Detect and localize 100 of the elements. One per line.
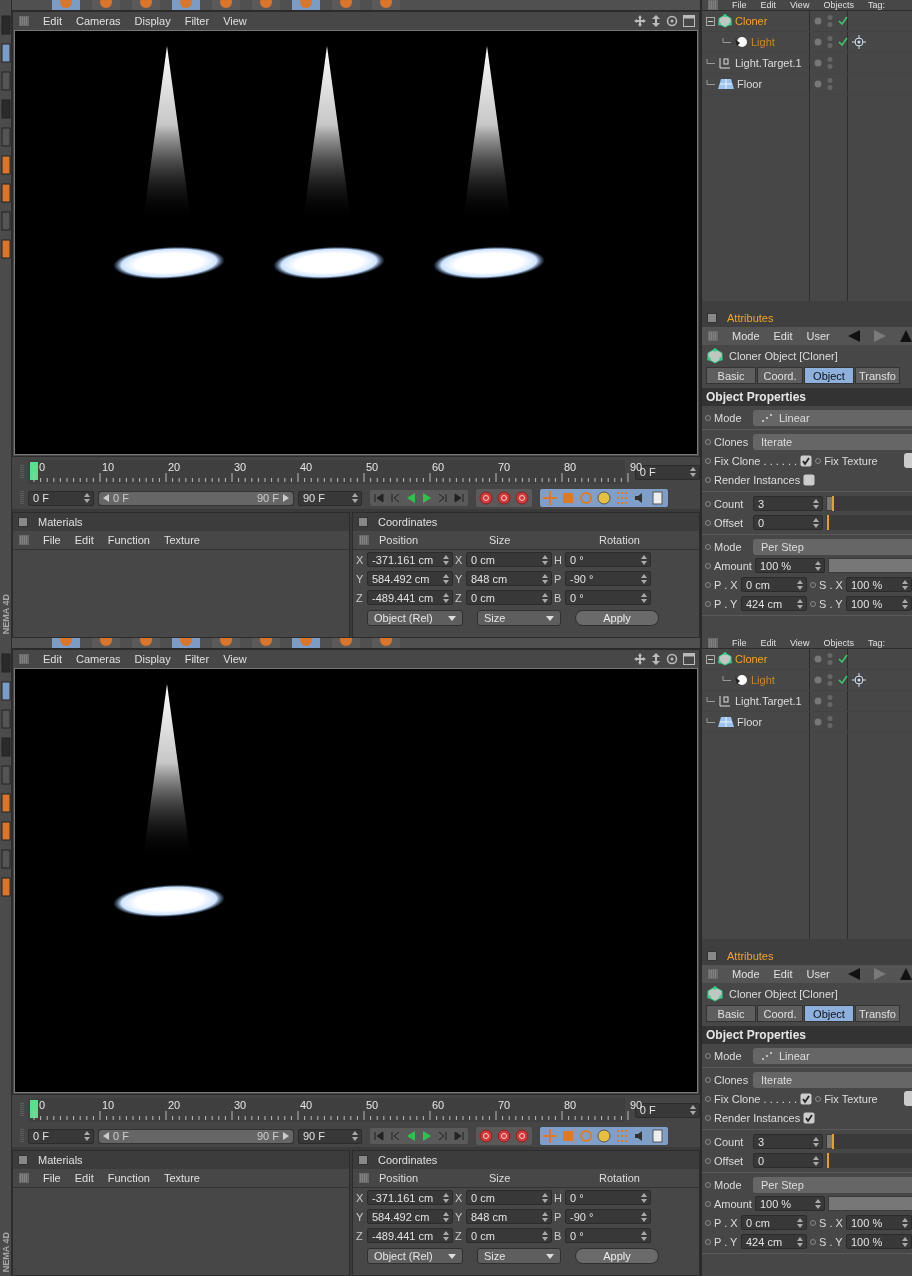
spinner-icon[interactable] (542, 1211, 548, 1222)
tool-icon[interactable] (0, 182, 11, 204)
dropdown[interactable]: Object (Rel) (367, 1248, 463, 1264)
parameter-dot-icon[interactable] (705, 543, 711, 550)
object-name[interactable]: Cloner (735, 15, 768, 27)
play-icon[interactable] (421, 1130, 433, 1142)
spinner-icon[interactable] (797, 598, 803, 609)
toolbar-icon[interactable] (212, 638, 240, 648)
target-icon[interactable] (852, 673, 866, 687)
object-name[interactable]: Light.Target.1 (735, 695, 802, 707)
parameter-dot-icon[interactable] (810, 1219, 816, 1226)
tab[interactable]: Object (804, 1005, 854, 1022)
checkbox[interactable] (803, 473, 816, 486)
spinner-icon[interactable] (641, 554, 647, 565)
spinner-icon[interactable] (814, 560, 821, 571)
spinner-icon[interactable] (690, 467, 696, 477)
dropdown[interactable]: Per Step (753, 1176, 912, 1193)
object-row[interactable]: Light.Target.1 (702, 53, 912, 74)
object-row[interactable]: Floor (702, 74, 912, 95)
number-field[interactable]: 100 % (754, 1196, 825, 1211)
object-row[interactable]: Cloner (702, 649, 912, 670)
record-key-icon[interactable] (479, 491, 493, 505)
toolbar-icon[interactable] (372, 638, 400, 648)
menu-item[interactable]: Edit (760, 638, 777, 648)
spinner-icon[interactable] (641, 592, 647, 603)
spinner-icon[interactable] (443, 573, 449, 584)
menu-item[interactable]: File (43, 534, 61, 546)
parameter-dot-icon[interactable] (815, 1095, 822, 1102)
object-name[interactable]: Cloner (735, 653, 768, 665)
spinner-icon[interactable] (902, 1236, 908, 1247)
frame-field[interactable]: 0 F (28, 490, 94, 506)
updown-arrow-icon[interactable] (651, 653, 661, 665)
menu-item[interactable]: Filter (184, 653, 210, 665)
object-name[interactable]: Floor (737, 78, 763, 90)
number-field[interactable]: 424 cm (741, 1234, 807, 1249)
spinner-icon[interactable] (813, 517, 819, 528)
number-field[interactable]: -90 ° (565, 571, 651, 586)
parameter-dot-icon[interactable] (810, 1238, 816, 1245)
number-field[interactable]: 0 cm (466, 552, 552, 567)
number-field[interactable]: 0 cm (741, 1215, 807, 1230)
up-arrow-icon[interactable] (900, 968, 912, 980)
menu-item[interactable]: Cameras (75, 653, 121, 665)
rotate-icon[interactable] (666, 15, 678, 27)
left-arrow-icon[interactable] (103, 494, 109, 502)
tool-icon[interactable] (0, 792, 11, 814)
right-arrow-icon[interactable] (283, 1132, 289, 1140)
panel-toggle-icon[interactable] (707, 951, 717, 961)
parameter-dot-icon[interactable] (705, 562, 711, 569)
menu-item[interactable]: Edit (74, 1172, 94, 1184)
go-to-end-icon[interactable] (453, 492, 465, 504)
number-field[interactable]: 0 ° (565, 1228, 651, 1243)
menu-item[interactable]: View (223, 653, 247, 665)
toolbar-icon[interactable] (132, 0, 160, 10)
menu-item[interactable]: Tag: (867, 638, 885, 648)
spinner-icon[interactable] (542, 554, 548, 565)
parameter-dot-icon[interactable] (705, 1157, 711, 1164)
menu-item[interactable]: Edit (773, 968, 793, 980)
range-slider[interactable]: 0 F 90 F (98, 1128, 294, 1144)
up-arrow-icon[interactable] (900, 330, 912, 342)
menu-item[interactable]: Edit (773, 330, 793, 342)
number-field[interactable]: 0 (753, 1153, 823, 1168)
panel-toggle-icon[interactable] (18, 517, 28, 527)
move-icon[interactable] (634, 653, 646, 665)
number-field[interactable]: -371.161 cm (367, 552, 453, 567)
tab[interactable]: Transfo (855, 367, 900, 384)
object-name[interactable]: Light.Target.1 (735, 57, 802, 69)
document-icon[interactable] (651, 1129, 665, 1143)
slider-track[interactable] (826, 1134, 912, 1149)
back-arrow-icon[interactable] (848, 968, 860, 980)
parameter-dot-icon[interactable] (705, 600, 711, 607)
parameter-dot-icon[interactable] (705, 1200, 711, 1207)
number-field[interactable]: 848 cm (466, 571, 552, 586)
frame-field[interactable]: 0 F (28, 1128, 94, 1144)
menu-item[interactable]: Texture (163, 534, 200, 546)
rotate-icon[interactable] (666, 653, 678, 665)
grid-dots-icon[interactable] (615, 491, 629, 505)
go-to-start-icon[interactable] (373, 1130, 385, 1142)
tab[interactable]: Basic (706, 1005, 756, 1022)
parameter-dot-icon[interactable] (705, 519, 711, 526)
menu-item[interactable]: Mode (732, 968, 760, 980)
object-name[interactable]: Floor (737, 716, 763, 728)
menu-item[interactable]: File (732, 638, 747, 648)
slider-track[interactable] (826, 496, 912, 511)
checkbox[interactable] (803, 1111, 816, 1124)
number-field[interactable]: -371.161 cm (367, 1190, 453, 1205)
tool-icon[interactable] (0, 820, 11, 842)
menu-item[interactable]: Display (134, 15, 171, 27)
panel-toggle-icon[interactable] (358, 1155, 368, 1165)
spinner-icon[interactable] (443, 1230, 449, 1241)
tab[interactable]: Coord. (757, 367, 803, 384)
menu-item[interactable]: Display (134, 653, 171, 665)
right-arrow-icon[interactable] (283, 494, 289, 502)
tool-icon[interactable] (0, 876, 11, 898)
object-row[interactable]: Light.Target.1 (702, 691, 912, 712)
menu-item[interactable]: Edit (43, 653, 62, 665)
panel-toggle-icon[interactable] (18, 1155, 28, 1165)
parameter-dot-icon[interactable] (705, 1095, 711, 1102)
parameter-dot-icon[interactable] (705, 500, 711, 507)
dropdown[interactable] (904, 453, 912, 468)
menu-item[interactable]: Edit (760, 0, 777, 10)
